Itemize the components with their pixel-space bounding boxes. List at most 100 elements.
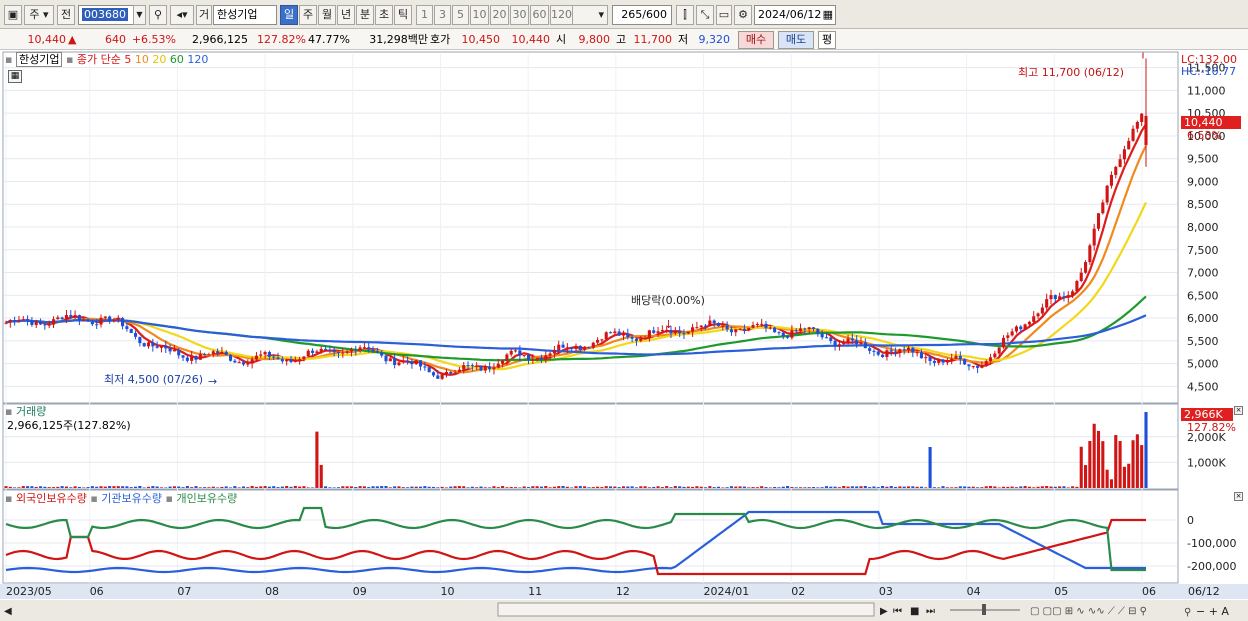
scroll-right-icon[interactable]: ▶	[880, 606, 888, 617]
quote-bar: 10,440 ▲ 640 +6.53% 2,966,125 127.82% 47…	[0, 29, 1248, 50]
foreign-holding-label: 외국인보유수량	[15, 492, 87, 505]
candle-body	[151, 342, 155, 347]
candle-body	[138, 336, 142, 344]
volume-bar	[997, 487, 1001, 488]
candle-body	[747, 327, 751, 331]
candle-body	[1118, 159, 1122, 167]
candle-body	[639, 338, 643, 341]
candle-body	[773, 327, 777, 333]
candle-body	[237, 362, 241, 364]
buy-button[interactable]: 매수	[738, 31, 774, 49]
candle-body	[509, 350, 513, 355]
candle-body	[60, 317, 64, 319]
interval-tab-120[interactable]: 120	[550, 5, 573, 25]
candle-body	[885, 350, 889, 358]
volume-bar	[194, 486, 198, 488]
candle-body	[436, 375, 440, 379]
layout-icons[interactable]: ▢ ▢▢ ⊞ ∿ ∿∿ ⟋ ⟋ ⊟ ⚲	[1030, 606, 1147, 617]
high-annotation: 최고 11,700 (06/12)	[1018, 66, 1125, 79]
candle-body	[272, 356, 276, 358]
volume-bar	[591, 487, 595, 488]
sell-button[interactable]: 매도	[778, 31, 814, 49]
candle-body	[997, 347, 1001, 354]
forward-icon[interactable]: ⏭	[926, 606, 935, 617]
stop-icon[interactable]: ■	[910, 606, 919, 617]
close-icon[interactable]: ×	[1234, 492, 1243, 501]
volume-bar	[354, 486, 358, 488]
count-input[interactable]: 265/600	[612, 5, 672, 25]
volume-bar	[43, 486, 47, 488]
gear-icon[interactable]: ⚙	[734, 5, 752, 25]
volume-bar	[764, 487, 768, 488]
candle-body	[462, 365, 466, 370]
period-tab-일[interactable]: 일	[280, 5, 298, 25]
interval-tab-20[interactable]: 20	[490, 5, 509, 25]
volume-bar	[298, 486, 302, 488]
eval-button[interactable]: 평	[818, 31, 836, 49]
volume-bar	[30, 486, 34, 488]
candle-body	[971, 366, 975, 368]
volume-bar	[790, 487, 794, 488]
candle-body	[531, 359, 535, 361]
type-dropdown[interactable]: 주 ▾	[24, 5, 54, 25]
volume-bar	[1127, 463, 1131, 488]
volume-bar	[807, 487, 811, 488]
chart-area[interactable]: → ↓ 11,500 11,000 10,500 10,000 9,500 9,000 8,5…	[0, 50, 1248, 621]
interval-tab-10[interactable]: 10	[470, 5, 489, 25]
candle-body	[1014, 326, 1019, 332]
interval-tab-1[interactable]: 1	[416, 5, 433, 25]
stock-tag[interactable]: 한성기업	[15, 52, 63, 67]
speaker-icon[interactable]: ◂▾	[170, 5, 194, 25]
candle-body	[976, 366, 980, 368]
volume-bar	[121, 486, 125, 488]
candle-body	[673, 330, 677, 334]
volume-bar	[578, 486, 582, 488]
candle-body	[833, 340, 837, 347]
chart-canvas[interactable]: →↓ 11,50011,00010,50010,0009,5009,0008,5…	[0, 50, 1248, 621]
period-tab-초[interactable]: 초	[375, 5, 393, 25]
candle-body	[302, 356, 306, 360]
volume-bar	[289, 486, 293, 488]
zoom-slider-handle[interactable]	[982, 604, 986, 615]
candle-icon[interactable]: ⫿	[676, 5, 694, 25]
close-icon[interactable]: ×	[1234, 406, 1243, 415]
candle-body	[155, 346, 159, 348]
interval-tab-30[interactable]: 30	[510, 5, 529, 25]
volume-bar	[781, 486, 785, 488]
volume-bar	[34, 486, 38, 488]
save-icon[interactable]: ▭	[716, 5, 732, 25]
scroll-left-icon[interactable]: ◀	[4, 606, 12, 617]
candle-body	[742, 328, 746, 331]
interval-dropdown[interactable]: ▾	[572, 5, 608, 25]
period-tab-주[interactable]: 주	[299, 5, 317, 25]
interval-tab-60[interactable]: 60	[530, 5, 549, 25]
volume-bar	[336, 487, 341, 488]
candle-body	[250, 359, 254, 364]
draw-tool-icon[interactable]: ⤡	[696, 5, 714, 25]
period-tab-틱[interactable]: 틱	[394, 5, 412, 25]
period-tab-년[interactable]: 년	[337, 5, 355, 25]
scrollbar-thumb[interactable]	[497, 602, 875, 617]
volume-bar	[1118, 441, 1122, 488]
zoom-search-icon[interactable]: ⚲	[1184, 607, 1191, 618]
mode-button[interactable]: 거	[196, 5, 212, 25]
table-icon[interactable]: ▦	[8, 70, 22, 83]
chevron-down-icon[interactable]: ▼	[133, 5, 146, 25]
layout-icon[interactable]: ▣	[4, 5, 22, 25]
search-icon[interactable]: ⚲	[149, 5, 167, 25]
candle-body	[26, 319, 30, 321]
date-input[interactable]: 2024/06/12 ▦	[754, 5, 836, 25]
candle-body	[328, 349, 332, 351]
prev-button[interactable]: 전	[57, 5, 75, 25]
zoom-controls[interactable]: − + A	[1196, 605, 1229, 618]
interval-tab-5[interactable]: 5	[452, 5, 469, 25]
volume-bar	[285, 485, 289, 488]
volume-bar	[820, 487, 824, 488]
volume-bar	[449, 486, 453, 488]
volume-bar	[1075, 486, 1079, 488]
rewind-icon[interactable]: ⏮	[893, 606, 902, 617]
period-tab-월[interactable]: 월	[318, 5, 336, 25]
period-tab-분[interactable]: 분	[356, 5, 374, 25]
candle-body	[449, 371, 453, 374]
interval-tab-3[interactable]: 3	[434, 5, 451, 25]
